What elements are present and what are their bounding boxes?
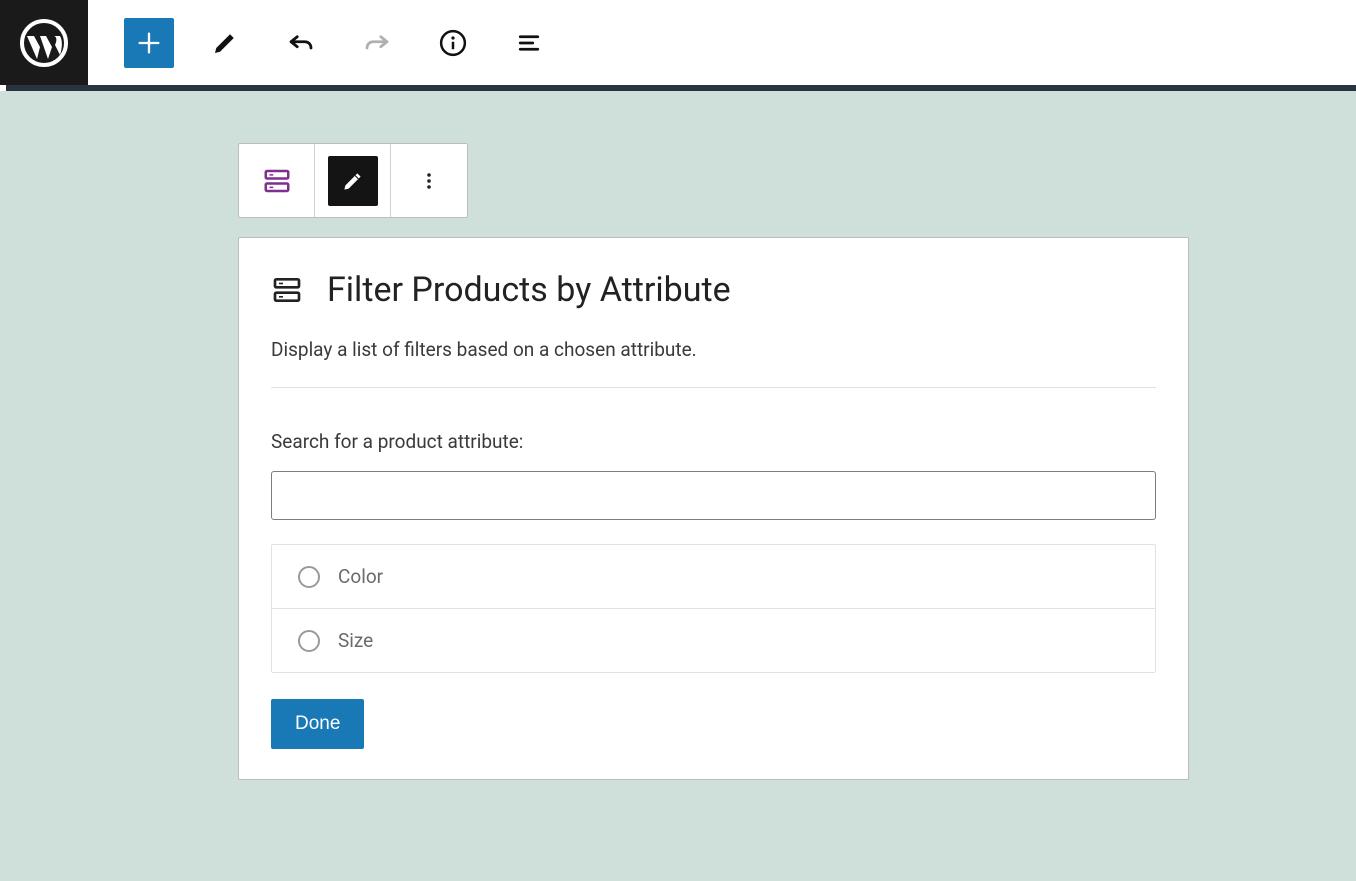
block-placeholder-card: Filter Products by Attribute Display a l… bbox=[238, 237, 1189, 780]
attribute-options-list: Color Size bbox=[271, 544, 1156, 673]
add-block-button[interactable] bbox=[124, 18, 174, 68]
filter-block-icon bbox=[262, 166, 292, 196]
wordpress-icon bbox=[20, 19, 68, 67]
info-icon bbox=[438, 28, 468, 58]
block-edit-inner bbox=[328, 156, 378, 206]
block-type-button[interactable] bbox=[239, 144, 315, 217]
attribute-option-label: Color bbox=[338, 565, 383, 588]
block-title: Filter Products by Attribute bbox=[327, 270, 731, 310]
details-button[interactable] bbox=[428, 18, 478, 68]
redo-button[interactable] bbox=[352, 18, 402, 68]
tools-button[interactable] bbox=[200, 18, 250, 68]
wordpress-logo[interactable] bbox=[0, 0, 88, 85]
attribute-search-input[interactable] bbox=[271, 471, 1156, 520]
editor-canvas: Filter Products by Attribute Display a l… bbox=[0, 91, 1356, 881]
block-more-button[interactable] bbox=[391, 144, 467, 217]
pencil-icon bbox=[210, 28, 240, 58]
outline-button[interactable] bbox=[504, 18, 554, 68]
placeholder-divider bbox=[271, 387, 1156, 388]
plus-icon bbox=[135, 29, 163, 57]
block-edit-button[interactable] bbox=[315, 144, 391, 217]
block-description: Display a list of filters based on a cho… bbox=[271, 338, 1156, 361]
attribute-option[interactable]: Size bbox=[272, 609, 1155, 672]
redo-icon bbox=[362, 28, 392, 58]
done-button[interactable]: Done bbox=[271, 699, 364, 749]
pencil-icon bbox=[340, 168, 366, 194]
block-toolbar bbox=[238, 143, 468, 218]
search-label: Search for a product attribute: bbox=[271, 430, 1156, 453]
undo-button[interactable] bbox=[276, 18, 326, 68]
attribute-option[interactable]: Color bbox=[272, 545, 1155, 609]
block-header: Filter Products by Attribute bbox=[271, 270, 1156, 310]
editor-toolbar bbox=[88, 18, 554, 68]
filter-block-icon bbox=[271, 274, 303, 306]
list-icon bbox=[514, 28, 544, 58]
attribute-radio[interactable] bbox=[298, 566, 320, 588]
undo-icon bbox=[286, 28, 316, 58]
editor-topbar bbox=[0, 0, 1356, 85]
attribute-radio[interactable] bbox=[298, 630, 320, 652]
more-vertical-icon bbox=[417, 169, 441, 193]
attribute-option-label: Size bbox=[338, 629, 373, 652]
